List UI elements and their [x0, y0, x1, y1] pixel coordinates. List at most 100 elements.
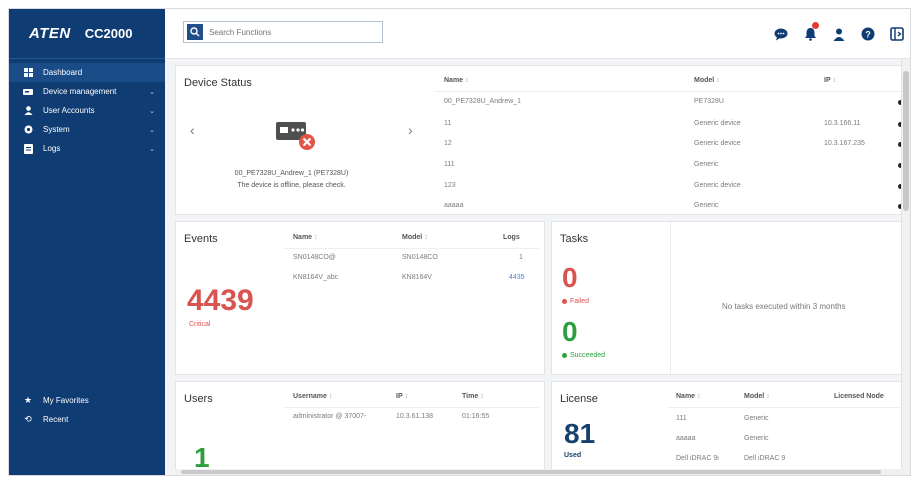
failed-dot-icon: [562, 298, 567, 304]
cell-ip: 10.3.167.235: [824, 140, 865, 147]
aten-logo: ATEN: [29, 25, 71, 42]
column-header-time[interactable]: Time ↕: [462, 393, 484, 400]
star-icon: ★: [23, 395, 33, 405]
cell-model: SN0148CO: [402, 254, 438, 261]
column-header-ip[interactable]: IP ↕: [396, 393, 408, 400]
cell-ip: 10.3.61.138: [396, 413, 433, 420]
column-header-logs[interactable]: Logs: [503, 234, 520, 241]
nav-item-device-management[interactable]: Device management ⌄: [9, 82, 165, 101]
cell-model: Generic: [694, 161, 719, 168]
cell-model: Generic: [744, 415, 769, 422]
failed-legend: Failed: [562, 298, 589, 305]
history-icon: ⟲: [24, 414, 32, 424]
cell-name: aaaaa: [444, 202, 464, 209]
cell-ip: 10.3.166.11: [824, 120, 861, 127]
card-title: Events: [184, 233, 218, 245]
chevron-down-icon: ⌄: [149, 126, 155, 134]
device-caption-name: 00_PE7328U_Andrew_1 (PE7328U): [234, 170, 349, 177]
svg-text:?: ?: [865, 30, 871, 40]
events-count[interactable]: 4439: [187, 284, 254, 318]
scrollbar-thumb[interactable]: [181, 470, 881, 474]
cell-logs: 1: [519, 254, 523, 261]
succeeded-legend: Succeeded: [562, 352, 605, 359]
sidebar-bottom: ★ My Favorites ⟲ Recent: [9, 391, 165, 429]
failed-count[interactable]: 0: [562, 262, 578, 294]
user-icon: [23, 106, 33, 116]
nav-item-recent[interactable]: ⟲ Recent: [9, 410, 165, 429]
events-card: Events 4439 Critical Name ↕ Model ↕ Logs S…: [175, 221, 545, 375]
column-header-licensed-node[interactable]: Licensed Node: [834, 393, 884, 400]
users-card: Users 1 Username ↕ IP ↕ Time ↕ administrato…: [175, 381, 545, 475]
column-header-name[interactable]: Name ↕: [676, 393, 701, 400]
scrollbar-thumb[interactable]: [903, 71, 909, 211]
cell-name: KN8164V_abc: [293, 274, 339, 281]
device-caption-status: The device is offline, please check.: [237, 182, 346, 189]
nav-item-user-accounts[interactable]: User Accounts ⌄: [9, 101, 165, 120]
cell-model: Generic device: [694, 140, 741, 147]
horizontal-scrollbar[interactable]: [175, 469, 903, 475]
divider: [670, 222, 671, 374]
column-header-name[interactable]: Name ↕: [444, 77, 469, 84]
topbar: ?: [165, 9, 910, 59]
notification-icon[interactable]: [799, 22, 821, 43]
succeeded-count[interactable]: 0: [562, 316, 578, 348]
nav-item-label: Device management: [43, 87, 117, 96]
sidebar: ATEN CC2000 Dashboard Device management …: [9, 9, 165, 475]
nav-item-label: Dashboard: [43, 68, 83, 77]
grid-icon: [23, 68, 33, 78]
device-status-summary: Device Status ‹ › 00_PE7328U_Andrew_1 (P…: [176, 66, 429, 214]
column-header-name[interactable]: Name ↕: [293, 234, 318, 241]
nav-item-system[interactable]: System ⌄: [9, 120, 165, 139]
nav-item-logs[interactable]: Logs ⌄: [9, 139, 165, 158]
chevron-left-icon[interactable]: ‹: [190, 122, 195, 138]
license-count-label: Used: [564, 452, 582, 459]
nav-item-dashboard[interactable]: Dashboard: [9, 63, 165, 82]
column-header-model[interactable]: Model ↕: [402, 234, 428, 241]
cell-name: 12: [444, 140, 452, 147]
help-icon[interactable]: ?: [857, 25, 879, 43]
column-header-model[interactable]: Model ↕: [694, 77, 720, 84]
logout-icon[interactable]: [886, 25, 908, 43]
user-icon[interactable]: [828, 25, 850, 43]
cell-name: 11: [444, 120, 452, 127]
events-level: Critical: [189, 321, 211, 328]
nav-item-label: Recent: [43, 415, 69, 424]
column-header-username[interactable]: Username ↕: [293, 393, 332, 400]
succeeded-dot-icon: [562, 352, 567, 358]
log-icon: [23, 143, 33, 154]
license-count[interactable]: 81: [564, 418, 595, 450]
card-title: Device Status: [184, 77, 252, 89]
nav-item-my-favorites[interactable]: ★ My Favorites: [9, 391, 165, 410]
main-nav: Dashboard Device management ⌄ User Accou…: [9, 63, 165, 158]
cell-model: Generic: [694, 202, 719, 209]
column-header-model[interactable]: Model ↕: [744, 393, 770, 400]
logs-link[interactable]: 4435: [509, 274, 525, 281]
vertical-scrollbar[interactable]: [901, 59, 910, 475]
search-input[interactable]: [209, 27, 369, 37]
nav-item-label: Logs: [43, 144, 61, 153]
cell-name: 00_PE7328U_Andrew_1: [444, 98, 522, 105]
gear-icon: [23, 125, 33, 135]
cell-model: Dell iDRAC 9: [744, 455, 786, 462]
brand-header: ATEN CC2000: [9, 9, 165, 59]
table-divider: [284, 248, 539, 249]
table-divider: [284, 407, 539, 408]
cell-time: 01:16:55: [462, 413, 490, 420]
cell-name: 111: [676, 415, 687, 422]
chevron-right-icon[interactable]: ›: [408, 122, 413, 138]
chevron-down-icon: ⌄: [149, 107, 155, 115]
app-window: ATEN CC2000 Dashboard Device management …: [8, 8, 911, 476]
cell-name: 111: [444, 161, 455, 168]
column-header-ip[interactable]: IP ↕: [824, 77, 836, 84]
search-icon[interactable]: [187, 24, 203, 40]
tasks-card: Tasks 0 Failed 0 Succeeded No tasks exec…: [551, 221, 910, 375]
chevron-down-icon: ⌄: [149, 88, 155, 96]
tasks-empty-message: No tasks executed within 3 months: [722, 302, 846, 311]
chat-icon[interactable]: [770, 25, 792, 43]
nav-item-label: User Accounts: [43, 106, 95, 115]
card-title: Users: [184, 393, 213, 405]
license-card: License 81 Used Name ↕ Model ↕ Licensed No…: [551, 381, 903, 475]
cell-model: Generic device: [694, 182, 741, 189]
card-title: License: [560, 393, 598, 405]
cell-model: KN8164V: [402, 274, 432, 281]
